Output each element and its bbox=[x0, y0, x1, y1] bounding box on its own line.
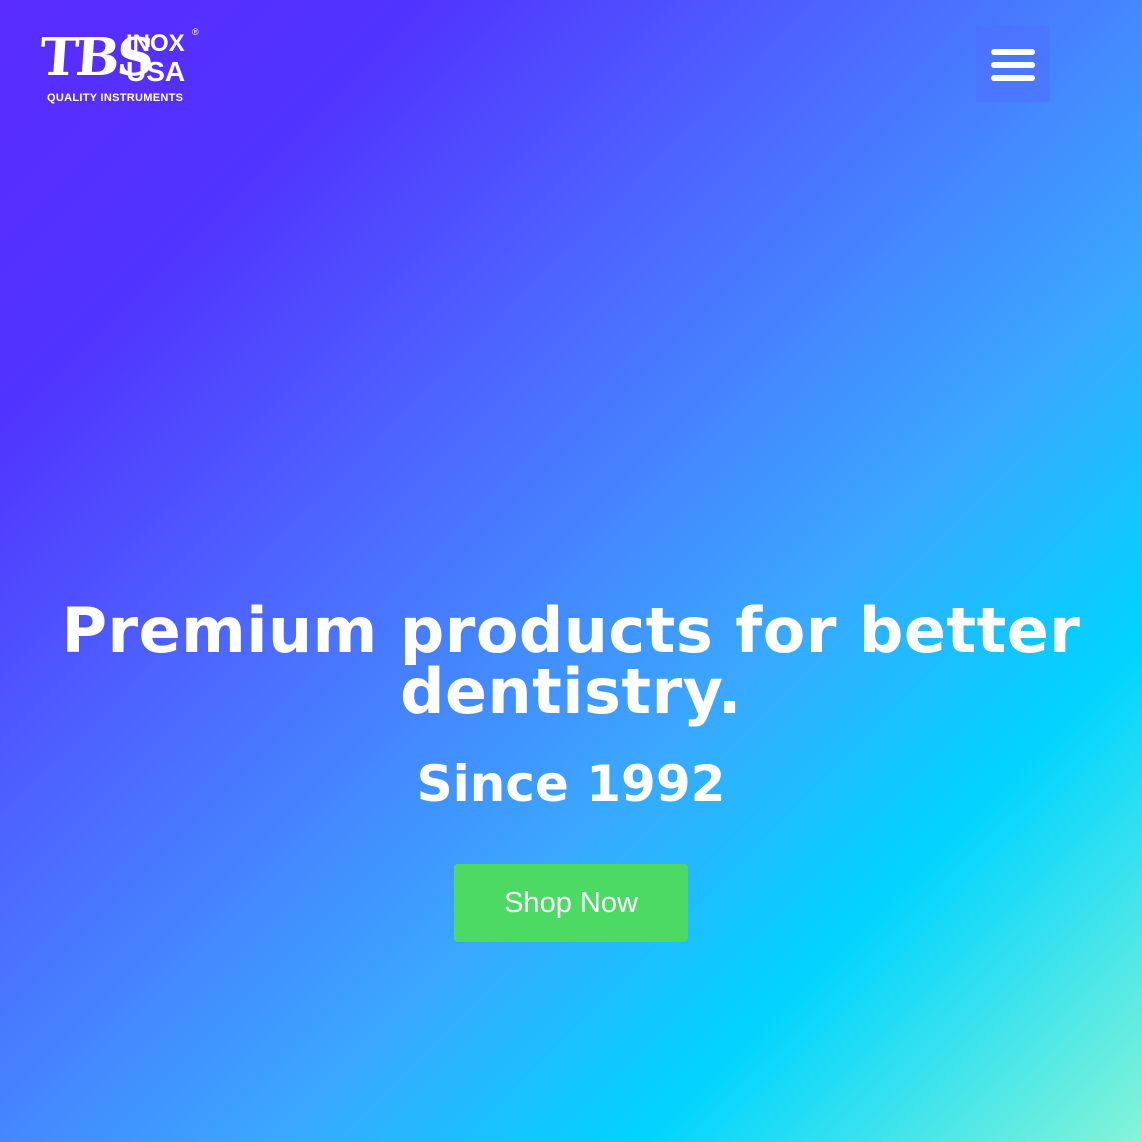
hero-headline: Premium products for better dentistry. bbox=[0, 600, 1142, 723]
hero-subheadline: Since 1992 bbox=[416, 755, 726, 813]
shop-now-button[interactable]: Shop Now bbox=[454, 864, 688, 942]
registered-mark: ® bbox=[192, 27, 199, 37]
hero-headline-line-2: dentistry. bbox=[400, 655, 742, 728]
logo-inox: INOX bbox=[126, 30, 185, 57]
hero-content: Premium products for better dentistry. S… bbox=[0, 600, 1142, 813]
logo-tagline: QUALITY INSTRUMENTS bbox=[47, 92, 184, 104]
logo-usa: USA bbox=[126, 56, 186, 87]
brand-logo[interactable]: TBS INOX USA ® QUALITY INSTRUMENTS bbox=[38, 27, 202, 106]
menu-button[interactable] bbox=[976, 26, 1050, 102]
